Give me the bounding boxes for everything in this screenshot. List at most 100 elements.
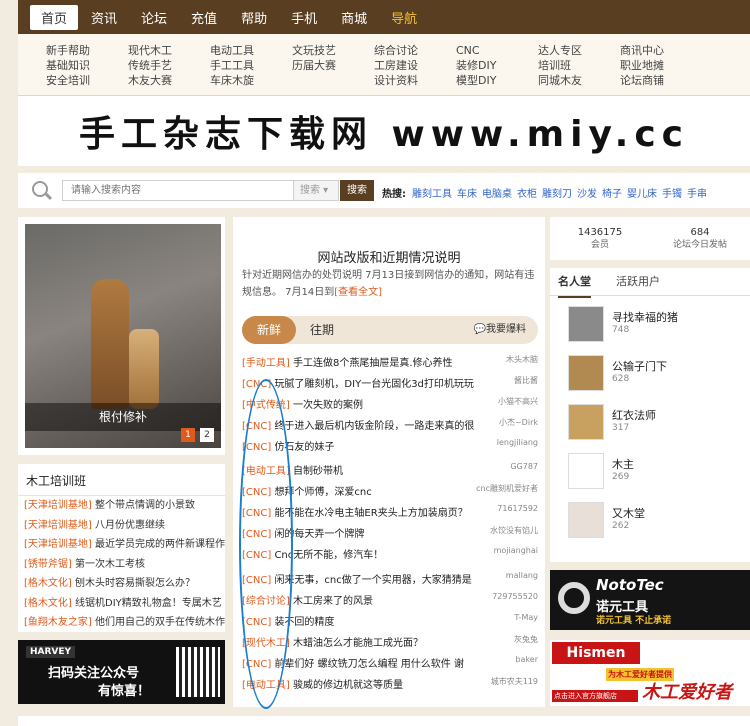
- member-name[interactable]: 公输子门下: [612, 358, 667, 374]
- hot-word[interactable]: 车床: [457, 189, 477, 200]
- news-title[interactable]: 一次失败的案例: [293, 400, 363, 411]
- subnav-link[interactable]: 达人专区: [538, 43, 582, 58]
- hot-word[interactable]: 椅子: [602, 189, 622, 200]
- news-author[interactable]: 71617592: [497, 504, 538, 513]
- subnav-link[interactable]: 同城木友: [538, 73, 582, 88]
- news-title[interactable]: 骏威的修边机就这等质量: [293, 680, 403, 691]
- member-item[interactable]: 公输子门下 628: [568, 353, 748, 393]
- member-item[interactable]: 又木堂 262: [568, 500, 748, 540]
- member-name[interactable]: 红衣法师: [612, 407, 656, 423]
- news-author[interactable]: 灰兔兔: [514, 634, 538, 645]
- news-author[interactable]: 小杰~Dirk: [499, 417, 538, 428]
- news-tag[interactable]: [CNC]: [242, 617, 271, 628]
- announcement-title[interactable]: 网站改版和近期情况说明: [233, 247, 545, 266]
- news-row[interactable]: [CNC] 前辈们好 螺纹铣刀怎么编程 用什么软件 谢 baker: [242, 655, 538, 673]
- news-tag[interactable]: [CNC]: [242, 550, 271, 561]
- news-tag[interactable]: [CNC]: [242, 487, 271, 498]
- news-tag[interactable]: [CNC]: [242, 659, 271, 670]
- search-button[interactable]: 搜索: [340, 180, 374, 201]
- news-row[interactable]: [CNC] 玩腻了雕刻机，DIY一台光固化3d打印机玩玩 酱比酱: [242, 375, 538, 393]
- subnav-link[interactable]: 现代木工: [128, 43, 172, 58]
- avatar[interactable]: [568, 453, 604, 489]
- news-author[interactable]: 小猫不高兴: [498, 396, 538, 407]
- news-row[interactable]: [电动工具] 自制砂带机 GG787: [242, 462, 538, 480]
- subnav-link[interactable]: 历届大赛: [292, 58, 336, 73]
- news-title[interactable]: 闲的每天弄一个牌牌: [274, 529, 364, 540]
- nav-mall[interactable]: 商城: [330, 5, 378, 30]
- news-row[interactable]: [现代木工] 木蜡油怎么才能施工成光面？ 灰兔兔: [242, 634, 538, 652]
- news-tag[interactable]: [CNC]: [242, 379, 271, 390]
- news-tag[interactable]: [CNC]: [242, 508, 271, 519]
- list-item[interactable]: [天津培训基地] 整个带点情调的小景致: [18, 496, 225, 516]
- list-item[interactable]: [格木文化] 刨木头时容易撕裂怎么办？: [18, 574, 225, 594]
- news-title[interactable]: 木蜡油怎么才能施工成光面？: [293, 638, 423, 649]
- list-item[interactable]: [锈带斧锯] 第一次木工考核: [18, 555, 225, 575]
- subnav-link[interactable]: 装修DIY: [456, 58, 496, 73]
- hismen-ad[interactable]: Hismen 为木工爱好者提供 点击进入官方旗舰店 木工爱好者: [550, 640, 750, 706]
- ad-link[interactable]: 点击进入官方旗舰店: [552, 690, 638, 702]
- list-item[interactable]: [天津培训基地] 最近学员完成的两件新课程作: [18, 535, 225, 555]
- subnav-link[interactable]: 传统手艺: [128, 58, 172, 73]
- news-title[interactable]: 闲来无事，cnc做了一个实用器，大家猜猜是: [274, 575, 471, 586]
- read-more-link[interactable]: [查看全文]: [334, 287, 382, 298]
- subnav-link[interactable]: 手工工具: [210, 58, 254, 73]
- news-author[interactable]: lengjiliang: [497, 438, 538, 447]
- news-author[interactable]: 木头木脑: [506, 354, 538, 365]
- news-author[interactable]: cnc雕刻机爱好者: [476, 483, 538, 494]
- news-row[interactable]: [CNC] 闲的每天弄一个牌牌 水饺没有馅儿: [242, 525, 538, 543]
- news-author[interactable]: GG787: [510, 462, 538, 471]
- nav-help[interactable]: 帮助: [230, 5, 278, 30]
- news-tag[interactable]: [综合讨论]: [242, 596, 290, 607]
- hot-word[interactable]: 雕刻刀: [542, 189, 572, 200]
- news-row[interactable]: [CNC] 想拜个师傅，深爱cnc cnc雕刻机爱好者: [242, 483, 538, 501]
- news-tag[interactable]: [中式传统]: [242, 400, 290, 411]
- subnav-link[interactable]: 安全培训: [46, 73, 90, 88]
- news-title[interactable]: 装不回的精度: [274, 617, 334, 628]
- avatar[interactable]: [568, 502, 604, 538]
- tab-new[interactable]: 新鲜: [242, 316, 296, 344]
- hot-word[interactable]: 雕刻工具: [412, 189, 452, 200]
- nav-recharge[interactable]: 充值: [180, 5, 228, 30]
- avatar[interactable]: [568, 355, 604, 391]
- news-tag[interactable]: [CNC]: [242, 575, 271, 586]
- news-row[interactable]: [CNC] 闲来无事，cnc做了一个实用器，大家猜猜是 mallang: [242, 571, 538, 589]
- news-author[interactable]: baker: [515, 655, 538, 664]
- member-name[interactable]: 木主: [612, 456, 634, 472]
- nav-home[interactable]: 首页: [30, 4, 79, 30]
- news-tag[interactable]: [现代木工]: [242, 638, 290, 649]
- news-author[interactable]: mallang: [506, 571, 538, 580]
- member-name[interactable]: 又木堂: [612, 505, 645, 521]
- news-author[interactable]: 城市农夫119: [491, 676, 538, 687]
- news-row[interactable]: [CNC] 装不回的精度 T-May: [242, 613, 538, 631]
- subnav-link[interactable]: 论坛商铺: [620, 73, 664, 88]
- hot-word[interactable]: 电脑桌: [482, 189, 512, 200]
- report-button[interactable]: 💬我要爆料: [474, 316, 526, 344]
- news-row[interactable]: [CNC] 仿石友的妹子 lengjiliang: [242, 438, 538, 456]
- subnav-link[interactable]: 设计资料: [374, 73, 418, 88]
- subnav-link[interactable]: 综合讨论: [374, 43, 418, 58]
- news-author[interactable]: T-May: [514, 613, 538, 622]
- site-banner[interactable]: 手工杂志下载网 www.miy.cc: [18, 96, 750, 166]
- subnav-link[interactable]: 培训班: [538, 58, 582, 73]
- news-row[interactable]: [CNC] 能不能在水冷电主轴ER夹头上方加装扇页？ 71617592: [242, 504, 538, 522]
- news-tag[interactable]: [电动工具]: [242, 466, 290, 477]
- search-type-select[interactable]: 搜索 ▾: [294, 180, 339, 201]
- slide-dot-2[interactable]: 2: [200, 428, 214, 442]
- member-item[interactable]: 寻找幸福的猪 748: [568, 304, 748, 344]
- news-tag[interactable]: [手动工具]: [242, 358, 290, 369]
- news-tag[interactable]: [CNC]: [242, 421, 271, 432]
- subnav-link[interactable]: 工房建设: [374, 58, 418, 73]
- nav-mobile[interactable]: 手机: [280, 5, 328, 30]
- news-title[interactable]: 想拜个师傅，深爱cnc: [274, 487, 371, 498]
- news-row[interactable]: [手动工具] 手工连做8个燕尾抽屉是真.修心养性 木头木脑: [242, 354, 538, 372]
- nototec-ad[interactable]: NotoTec 诺元工具 诺元工具 不止承诺: [550, 570, 750, 630]
- news-title[interactable]: 自制砂带机: [293, 466, 343, 477]
- hot-word[interactable]: 婴儿床: [627, 189, 657, 200]
- news-title[interactable]: 前辈们好 螺纹铣刀怎么编程 用什么软件 谢: [274, 659, 464, 670]
- news-title[interactable]: 终于进入最后机内钣金阶段，一路走来真的很: [274, 421, 474, 432]
- tab-active-users[interactable]: 活跃用户: [616, 268, 660, 296]
- avatar[interactable]: [568, 404, 604, 440]
- subnav-link[interactable]: 模型DIY: [456, 73, 496, 88]
- news-row[interactable]: [CNC] 终于进入最后机内钣金阶段，一路走来真的很 小杰~Dirk: [242, 417, 538, 435]
- subnav-link[interactable]: 文玩技艺: [292, 43, 336, 58]
